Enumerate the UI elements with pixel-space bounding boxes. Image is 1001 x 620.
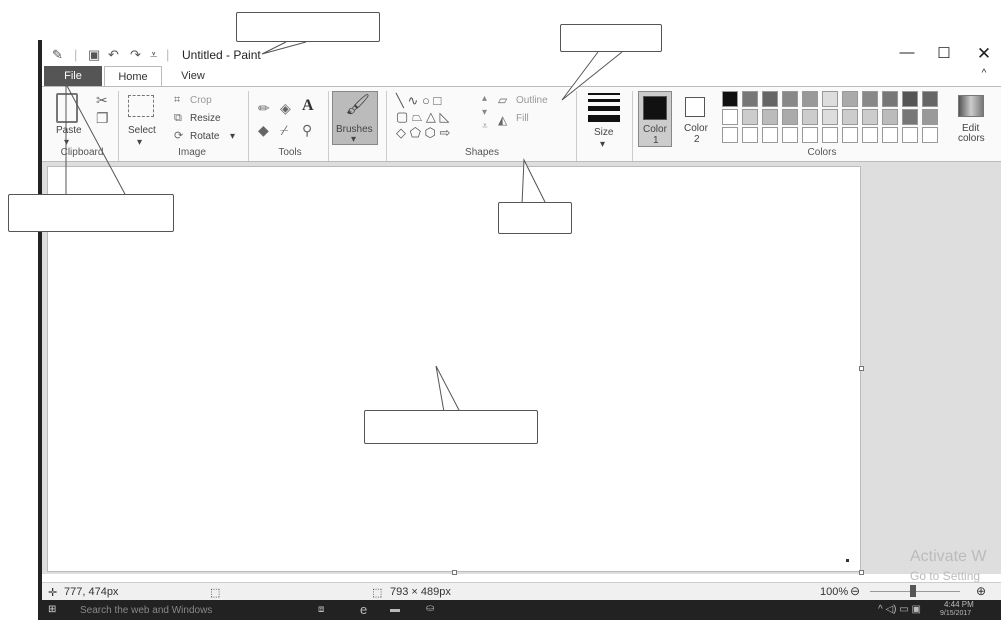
callout-box-left [8, 194, 174, 232]
callout-pointers [65, 41, 623, 413]
callout-box-shapes [560, 24, 662, 52]
callout-box-ribbon [498, 202, 572, 234]
callout-box-canvas [364, 410, 538, 444]
